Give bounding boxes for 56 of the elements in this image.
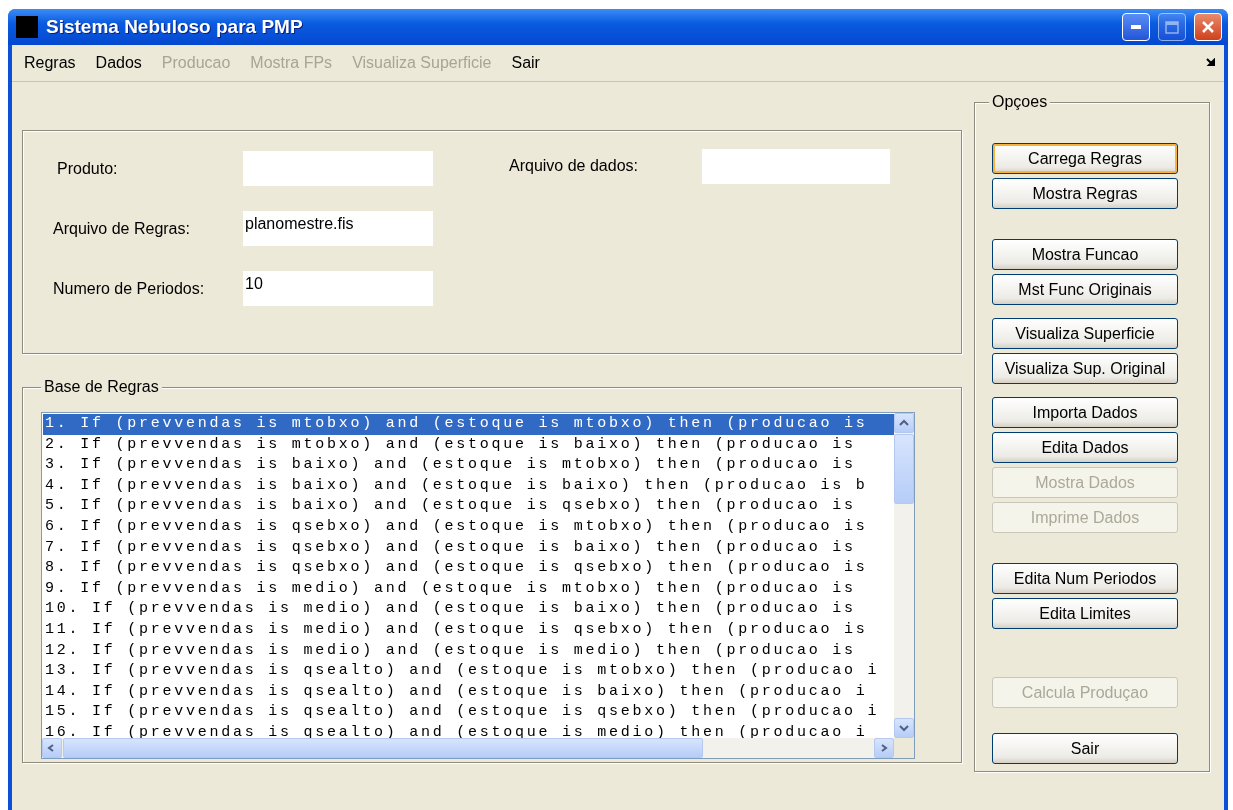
scroll-thumb[interactable] (894, 434, 914, 504)
app-icon (16, 16, 38, 38)
scroll-left-button[interactable] (42, 738, 62, 758)
menu-item[interactable]: Sair (511, 54, 550, 72)
menu-item[interactable]: Dados (95, 54, 152, 72)
rule-item[interactable]: 11. If (prevvendas is medio) and (estoque is qsebxo) then (producao is (43, 619, 894, 641)
option-button[interactable]: Edita Dados (992, 432, 1178, 463)
rule-item[interactable]: 12. If (prevvendas is medio) and (estoque is medio) then (producao is (43, 640, 894, 662)
dock-arrow-icon[interactable] (1206, 58, 1216, 68)
menu-item[interactable]: Regras (24, 54, 86, 72)
rule-item[interactable]: 4. If (prevvendas is baixo) and (estoque is baixo) then (producao is b (43, 475, 894, 497)
horizontal-scrollbar[interactable] (42, 738, 894, 758)
rule-item[interactable]: 6. If (prevvendas is qsebxo) and (estoque is mtobxo) then (producao is (43, 516, 894, 538)
option-button[interactable]: Importa Dados (992, 397, 1178, 428)
scroll-right-button[interactable] (874, 738, 894, 758)
rule-item[interactable]: 2. If (prevvendas is mtobxo) and (estoque is baixo) then (producao is (43, 434, 894, 456)
option-button[interactable]: Edita Num Periodos (992, 563, 1178, 594)
text-field[interactable] (243, 151, 433, 186)
option-button[interactable]: Visualiza Superficie (992, 318, 1178, 349)
panel-title: Opçoes (989, 93, 1051, 111)
panel-title: Base de Regras (41, 378, 162, 396)
vertical-scrollbar[interactable] (894, 413, 914, 738)
maximize-icon (1165, 20, 1179, 34)
option-button[interactable]: Edita Limites (992, 598, 1178, 629)
option-button[interactable]: Carrega Regras (992, 143, 1178, 174)
field-label: Produto: (56, 160, 118, 178)
scroll-thumb[interactable] (63, 738, 703, 758)
minimize-icon (1131, 25, 1141, 29)
field-label: Arquivo de Regras: (53, 220, 190, 238)
scrollbar-corner (894, 738, 914, 758)
rule-item[interactable]: 5. If (prevvendas is baixo) and (estoque is qsebxo) then (producao is (43, 496, 894, 517)
rule-item[interactable]: 7. If (prevvendas is qsebxo) and (estoque is baixo) then (producao is (43, 537, 894, 559)
option-button[interactable]: Visualiza Sup. Original (992, 353, 1178, 384)
scroll-up-button[interactable] (894, 413, 914, 433)
close-button[interactable] (1194, 13, 1222, 41)
rule-item[interactable]: 10. If (prevvendas is medio) and (estoque is baixo) then (producao is (43, 599, 894, 620)
text-field[interactable]: planomestre.fis (243, 211, 433, 246)
rule-item[interactable]: 8. If (prevvendas is qsebxo) and (estoque is qsebxo) then (producao is (43, 558, 894, 579)
minimize-button[interactable] (1122, 13, 1150, 41)
option-button[interactable]: Mst Func Originais (992, 274, 1178, 305)
option-button[interactable]: Sair (992, 733, 1178, 764)
close-icon (1201, 20, 1215, 34)
rule-item[interactable]: 13. If (prevvendas is qsealto) and (estoque is mtobxo) then (producao i (43, 661, 894, 682)
scroll-down-button[interactable] (894, 718, 914, 738)
rule-item[interactable]: 14. If (prevvendas is qsealto) and (estoque is baixo) then (producao i (43, 681, 894, 703)
rule-item[interactable]: 15. If (prevvendas is qsealto) and (estoque is qsebxo) then (producao i (43, 702, 894, 723)
option-button[interactable]: Mostra Funcao (992, 239, 1178, 270)
text-field[interactable]: 10 (243, 271, 433, 306)
rule-item[interactable]: 1. If (prevvendas is mtobxo) and (estoque is mtobxo) then (producao is (43, 414, 894, 435)
rule-item[interactable]: 3. If (prevvendas is baixo) and (estoque is mtobxo) then (producao is (43, 455, 894, 476)
window-title: Sistema Nebuloso para PMP (46, 16, 304, 38)
rule-item[interactable]: 9. If (prevvendas is medio) and (estoque is mtobxo) then (producao is (43, 578, 894, 600)
option-button[interactable]: Mostra Regras (992, 178, 1178, 209)
field-label: Numero de Periodos: (53, 280, 205, 298)
text-field[interactable] (702, 149, 890, 184)
field-label: Arquivo de dados: (509, 157, 638, 175)
